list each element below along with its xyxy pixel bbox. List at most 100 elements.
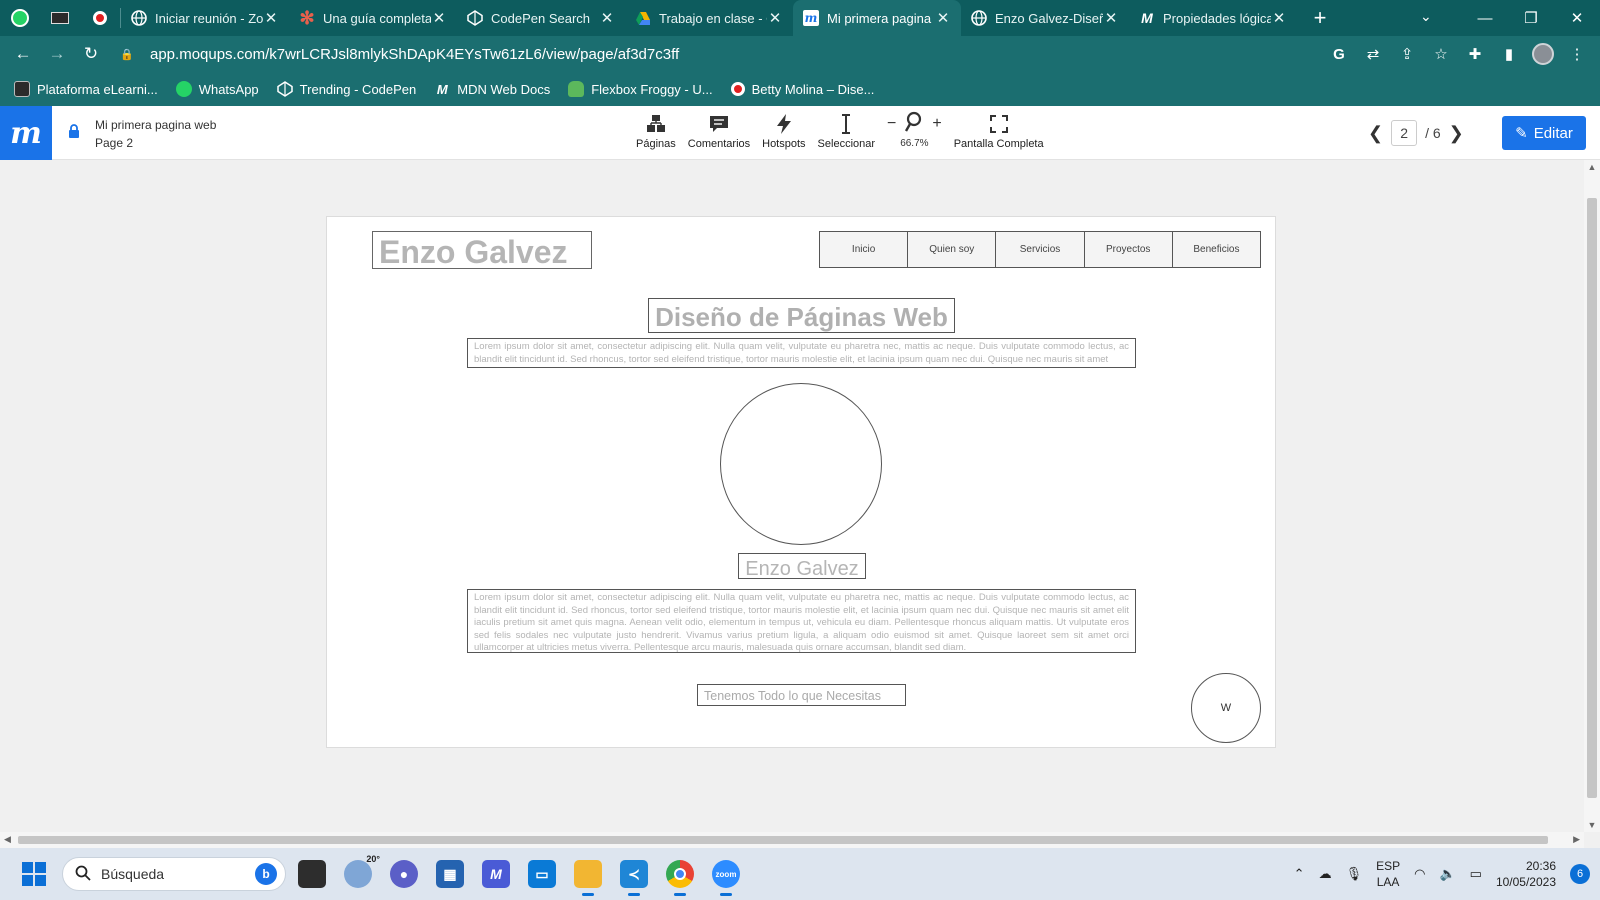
nav-item-inicio[interactable]: Inicio [820,232,909,267]
pages-icon [645,110,667,138]
scrollbar-thumb[interactable] [1587,198,1597,798]
bookmark-whatsapp[interactable]: WhatsApp [175,81,259,97]
wifi-icon[interactable]: ◠ [1414,866,1425,882]
pinned-tab-elearning[interactable] [40,0,80,36]
nav-item-quien-soy[interactable]: Quien soy [908,232,997,267]
language-indicator[interactable]: ESP LAA [1376,858,1400,890]
google-icon[interactable]: G [1328,46,1350,63]
bing-icon[interactable]: b [255,863,277,885]
zoom-out-button[interactable]: − [887,115,896,133]
search-icon [75,865,91,884]
close-icon[interactable]: ✕ [599,9,615,27]
bookmark-flexbox-froggy[interactable]: Flexbox Froggy - U... [568,81,713,97]
side-panel-icon[interactable]: ▮ [1498,45,1520,63]
store-icon: ▦ [443,865,457,882]
select-button[interactable]: Seleccionar [812,110,881,150]
restore-icon[interactable]: ❐ [1508,9,1554,27]
scroll-right-icon[interactable]: ▶ [1573,834,1580,845]
tab-trabajo-clase[interactable]: Trabajo en clase - C ✕ [625,0,793,36]
translate-icon[interactable]: ⇄ [1362,45,1384,63]
close-icon[interactable]: ✕ [431,9,447,27]
fullscreen-button[interactable]: Pantalla Completa [948,110,1050,150]
extensions-icon[interactable]: ✚ [1464,45,1486,63]
hotspots-button[interactable]: Hotspots [756,110,811,150]
vertical-scrollbar[interactable]: ▲ ▼ [1584,160,1600,832]
scrollbar-thumb[interactable] [18,836,1548,844]
onedrive-cloud-icon[interactable]: ☁ [1319,866,1332,882]
nav-item-servicios[interactable]: Servicios [996,232,1085,267]
bookmark-betty-molina[interactable]: Betty Molina – Dise... [730,82,874,97]
edit-button[interactable]: ✎ Editar [1502,116,1586,150]
nav-item-proyectos[interactable]: Proyectos [1085,232,1173,267]
taskbar-app-desktop[interactable]: ▭ [528,860,556,888]
taskbar-app-store[interactable]: ▦ [436,860,464,888]
tab-zoom-meeting[interactable]: Iniciar reunión - Zo ✕ [121,0,289,36]
lock-icon[interactable] [68,124,80,141]
minimize-icon[interactable]: — [1462,10,1508,27]
pinned-tab-whatsapp[interactable] [0,0,40,36]
microphone-icon[interactable]: 🎙 [1346,866,1363,882]
taskbar-app-chrome[interactable] [666,860,694,896]
close-icon[interactable]: ✕ [263,9,279,27]
bookmark-elearning[interactable]: Plataforma eLearni... [14,81,158,97]
share-icon[interactable]: ⇪ [1396,45,1418,63]
notifications-badge[interactable]: 6 [1570,864,1590,884]
comments-button[interactable]: Comentarios [682,110,756,150]
forward-icon[interactable]: → [40,44,74,64]
address-bar[interactable]: 🔒 app.moqups.com/k7wrLCRJsl8mlykShDApK4E… [120,40,1430,68]
taskbar-app-file-manager[interactable] [298,860,326,888]
tab-search-chevron-icon[interactable]: ⌄ [1420,8,1432,25]
clock[interactable]: 20:36 10/05/2023 [1496,858,1556,890]
window-close-icon[interactable]: ✕ [1554,9,1600,27]
back-icon[interactable]: ← [6,44,40,64]
close-icon[interactable]: ✕ [767,9,783,27]
tab-codepen[interactable]: CodePen Search ✕ [457,0,625,36]
taskbar-app-zoom[interactable]: zoom [712,860,740,896]
bookmark-mdn[interactable]: M MDN Web Docs [434,81,550,97]
taskbar-search[interactable]: Búsqueda b [62,857,286,891]
close-icon[interactable]: ✕ [1103,9,1119,27]
profile-avatar[interactable] [1532,43,1554,65]
taskbar-app-vscode[interactable]: ≺ [620,860,648,896]
pages-button[interactable]: Páginas [630,110,682,150]
taskbar-app-chat[interactable]: ● [390,860,418,888]
previous-page-icon[interactable]: ❮ [1368,123,1383,144]
tab-propiedades[interactable]: M Propiedades lógica ✕ [1129,0,1297,36]
close-icon[interactable]: ✕ [935,9,951,27]
taskbar-app-weather[interactable]: 20° [344,854,380,888]
window-controls: — ❐ ✕ [1462,0,1600,36]
scroll-up-icon[interactable]: ▲ [1584,162,1600,172]
menu-kebab-icon[interactable]: ⋮ [1566,45,1588,63]
windows-taskbar: Búsqueda b 20° ● ▦ M ▭ ≺ zoom ⌃ ☁ 🎙 ESP … [0,848,1600,900]
nav-item-beneficios[interactable]: Beneficios [1173,232,1260,267]
scroll-left-icon[interactable]: ◀ [4,834,11,845]
tab-guia[interactable]: ✻ Una guía completa ✕ [289,0,457,36]
moqups-logo[interactable]: m [0,106,52,160]
taskbar-app-explorer[interactable] [574,860,602,896]
tab-moqups-active[interactable]: m Mi primera pagina ✕ [793,0,961,36]
pinned-tab-record[interactable] [80,0,120,36]
reload-icon[interactable]: ↻ [74,44,108,64]
current-page-input[interactable]: 2 [1391,120,1418,146]
zoom-value: 66.7% [900,138,929,149]
windows-start-icon[interactable] [22,862,46,886]
taskbar-app-moqups[interactable]: M [482,860,510,888]
lock-icon[interactable]: 🔒 [120,48,138,61]
horizontal-scrollbar[interactable]: ◀ ▶ [0,832,1584,848]
star-icon[interactable]: ☆ [1430,45,1452,63]
wireframe-heading: Diseño de Páginas Web [648,298,955,333]
chevron-up-icon[interactable]: ⌃ [1294,866,1305,882]
next-page-icon[interactable]: ❯ [1449,123,1464,144]
scroll-down-icon[interactable]: ▼ [1584,820,1600,830]
volume-icon[interactable]: 🔈 [1439,866,1455,882]
battery-icon[interactable]: ▭ [1470,866,1482,882]
whatsapp-circle-button[interactable]: W [1191,673,1261,743]
tab-enzo-galvez[interactable]: Enzo Galvez-Diseñ ✕ [961,0,1129,36]
system-tray: ⌃ ☁ 🎙 ESP LAA ◠ 🔈 ▭ 20:36 10/05/2023 6 [1294,854,1590,894]
vscode-icon: ≺ [628,865,640,882]
new-tab-button[interactable]: + [1305,0,1335,36]
close-icon[interactable]: ✕ [1271,9,1287,27]
zoom-in-button[interactable]: + [932,115,941,133]
page-name: Page 2 [95,136,134,150]
bookmark-codepen[interactable]: Trending - CodePen [276,81,416,97]
